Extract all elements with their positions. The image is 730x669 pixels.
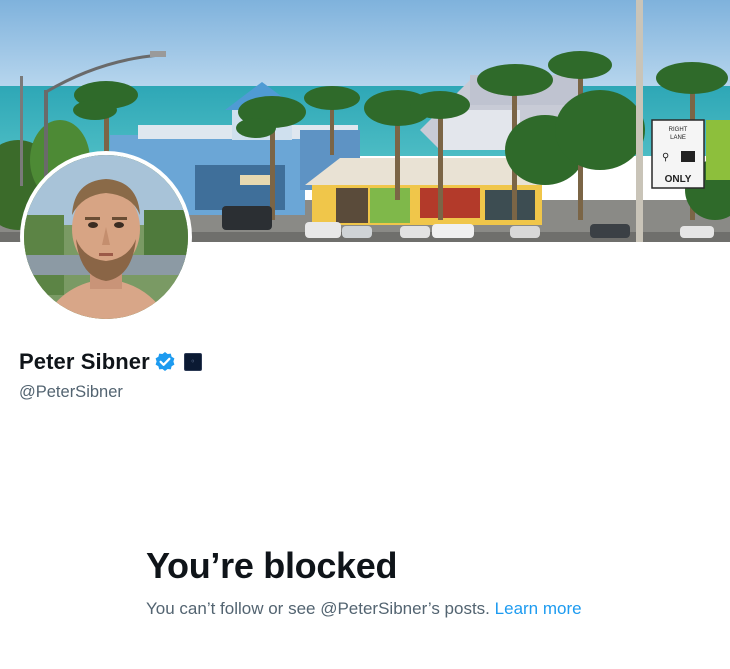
blocked-notice: You’re blocked You can’t follow or see @… (146, 542, 596, 621)
blocked-message-container: You can’t follow or see @PeterSibner’s p… (146, 596, 586, 621)
profile-display-name: Peter Sibner (19, 349, 150, 374)
sign-text-right: RIGHT (669, 127, 688, 133)
blocked-title: You’re blocked (146, 545, 398, 586)
sign-text-only: ONLY (665, 174, 692, 185)
sign-text-lane: LANE (670, 135, 686, 141)
profile-name-row: Peter Sibner ◦ (19, 347, 202, 377)
verified-badge-icon[interactable] (154, 351, 176, 373)
avatar-photo (24, 155, 188, 319)
blocked-message: You can’t follow or see @PeterSibner’s p… (146, 599, 490, 618)
learn-more-link[interactable]: Learn more (495, 599, 582, 618)
profile-avatar[interactable] (20, 151, 192, 323)
profile-handle: @PeterSibner (19, 383, 123, 401)
affiliate-badge-icon[interactable]: ◦ (183, 353, 202, 371)
svg-text:⚲: ⚲ (662, 152, 669, 163)
